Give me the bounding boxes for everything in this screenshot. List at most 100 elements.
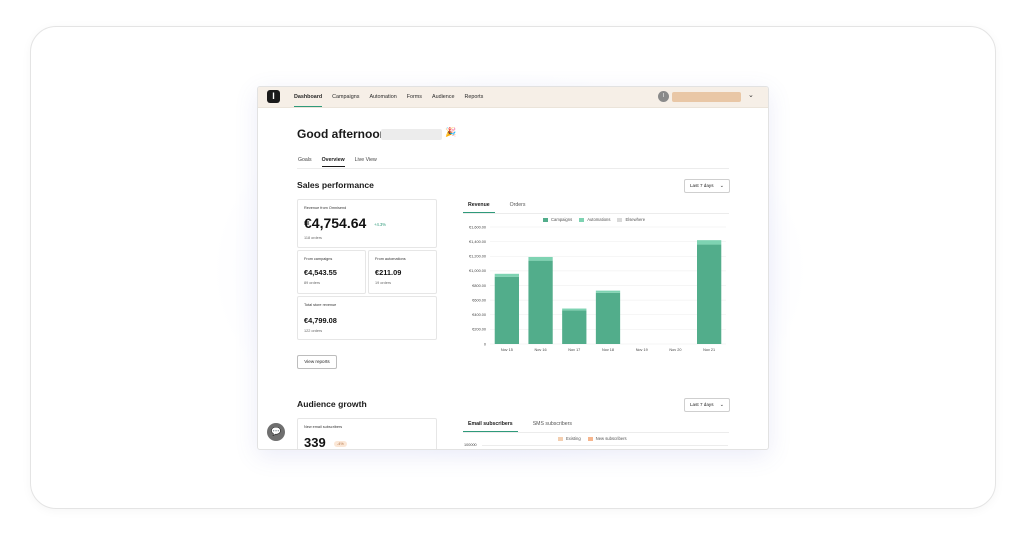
- legend-label: Campaigns: [551, 217, 573, 222]
- new-subscribers-value: 339: [304, 435, 326, 450]
- nav-item-campaigns[interactable]: Campaigns: [332, 87, 359, 107]
- total-card-orders: 122 orders: [304, 329, 323, 333]
- tab-goals[interactable]: Goals: [298, 157, 312, 167]
- tab-email-subscribers[interactable]: Email subscribers: [463, 421, 518, 432]
- bar-campaigns-nov-21: [697, 244, 722, 344]
- sales-performance-title: Sales performance: [297, 180, 374, 190]
- legend-swatch: [617, 217, 623, 222]
- revenue-card-label: Revenue from Omnisend: [304, 206, 347, 210]
- audience-tabs-divider: [463, 432, 729, 433]
- main-nav: Dashboard Campaigns Automation Forms Aud…: [294, 87, 493, 107]
- bar-automations-nov-16: [528, 256, 553, 261]
- party-popper-icon: 🎉: [445, 127, 457, 137]
- sales-chart-tabs: Revenue Orders: [463, 202, 540, 213]
- y-tick-label: €400.00: [472, 313, 486, 317]
- bar-automations-nov-21: [697, 240, 722, 245]
- chevron-down-icon: ⌄: [719, 183, 724, 189]
- x-tick-label: Nov 15: [501, 348, 513, 352]
- y-tick-label: €1,200.00: [469, 255, 486, 259]
- x-tick-label: Nov 21: [703, 348, 715, 352]
- audience-chart-legend: Existing New subscribers: [558, 436, 634, 441]
- audience-range-select[interactable]: Last 7 days ⌄: [684, 398, 730, 412]
- campaigns-card-orders: 89 orders: [304, 281, 321, 285]
- legend-item-elsewhere[interactable]: Elsewhere: [617, 217, 645, 222]
- legend-item-new-subscribers[interactable]: New subscribers: [587, 436, 627, 441]
- tab-sms-subscribers[interactable]: SMS subscribers: [528, 421, 577, 432]
- new-subscribers-label: New email subscribers: [304, 425, 343, 429]
- view-reports-button[interactable]: View reports: [297, 355, 337, 369]
- audience-gridline: [482, 445, 728, 446]
- bar-campaigns-nov-16: [528, 260, 553, 344]
- automations-card: From automations €211.09 19 orders: [368, 250, 437, 294]
- bar-automations-nov-15: [494, 273, 519, 277]
- new-subscribers-delta-badge: -4%: [334, 441, 347, 447]
- tab-revenue[interactable]: Revenue: [463, 202, 495, 213]
- audience-chart-tabs: Email subscribers SMS subscribers: [463, 421, 587, 432]
- y-tick-label: 0: [484, 342, 486, 346]
- app-window: I Dashboard Campaigns Automation Forms A…: [257, 86, 769, 450]
- revenue-delta-badge: +4.3%: [374, 222, 386, 227]
- brand-logo-icon[interactable]: I: [267, 90, 280, 103]
- legend-label: Existing: [566, 436, 581, 441]
- legend-item-campaigns[interactable]: Campaigns: [543, 217, 572, 222]
- x-tick-label: Nov 18: [602, 348, 614, 352]
- top-navigation-bar: I Dashboard Campaigns Automation Forms A…: [258, 87, 768, 108]
- automations-card-value: €211.09: [375, 268, 402, 277]
- greeting-heading: Good afternoon,: [297, 127, 391, 141]
- bar-campaigns-nov-17: [562, 310, 587, 344]
- x-tick-label: Nov 16: [535, 348, 547, 352]
- nav-item-dashboard[interactable]: Dashboard: [294, 87, 323, 107]
- legend-item-automations[interactable]: Automations: [579, 217, 610, 222]
- audience-range-value: Last 7 days: [690, 402, 714, 407]
- y-tick-label: €800.00: [472, 284, 486, 288]
- y-tick-label: €1,000.00: [469, 269, 486, 273]
- bar-campaigns-nov-15: [494, 276, 519, 344]
- user-name-redacted: [381, 129, 442, 140]
- automations-card-orders: 19 orders: [375, 281, 392, 285]
- bar-automations-nov-17: [562, 308, 587, 311]
- new-subscribers-card: New email subscribers 339 -4%: [297, 418, 437, 450]
- revenue-bar-chart: 0 €200.00 €400.00 €600.00 €800.00 €1,000.00 €1…: [469, 225, 726, 352]
- chevron-down-icon: ⌄: [719, 402, 724, 408]
- y-tick-label: €1,600.00: [469, 225, 486, 229]
- x-tick-label: Nov 17: [568, 348, 580, 352]
- audience-y-tick-top: 100000: [464, 443, 477, 447]
- campaigns-card-label: From campaigns: [304, 257, 333, 261]
- account-avatar[interactable]: I: [658, 91, 669, 102]
- total-card-label: Total store revenue: [304, 303, 337, 307]
- legend-label: Elsewhere: [625, 217, 646, 222]
- tab-orders[interactable]: Orders: [505, 202, 531, 213]
- y-tick-label: €1,400.00: [469, 240, 486, 244]
- automations-card-label: From automations: [375, 257, 406, 261]
- legend-swatch: [558, 436, 563, 441]
- legend-swatch: [587, 436, 593, 441]
- revenue-card-value: €4,754.64: [304, 215, 367, 231]
- legend-label: New subscribers: [595, 436, 627, 441]
- x-tick-label: Nov 20: [669, 348, 681, 352]
- chat-icon[interactable]: 💬: [267, 423, 285, 441]
- sales-range-value: Last 7 days: [690, 183, 714, 188]
- revenue-card-orders: 118 orders: [304, 236, 322, 240]
- tabs-divider: [297, 168, 729, 169]
- tab-live-view[interactable]: Live View: [355, 157, 377, 167]
- account-name-redacted[interactable]: [672, 92, 741, 102]
- bar-campaigns-nov-18: [595, 292, 621, 344]
- sales-chart-legend: Campaigns Automations Elsewhere: [543, 217, 652, 222]
- total-card-value: €4,799.08: [304, 316, 337, 325]
- nav-item-reports[interactable]: Reports: [464, 87, 483, 107]
- revenue-card: Revenue from Omnisend €4,754.64 +4.3% 11…: [297, 199, 437, 248]
- y-tick-label: €600.00: [472, 298, 486, 302]
- campaigns-card: From campaigns €4,543.55 89 orders: [297, 250, 366, 294]
- sales-range-select[interactable]: Last 7 days ⌄: [684, 179, 730, 193]
- nav-item-audience[interactable]: Audience: [432, 87, 454, 107]
- page-tabs: Goals Overview Live View: [298, 157, 387, 167]
- legend-label: Automations: [587, 217, 611, 222]
- nav-item-automation[interactable]: Automation: [369, 87, 396, 107]
- chevron-down-icon[interactable]: ⌄: [748, 91, 754, 99]
- bar-automations-nov-18: [595, 290, 621, 293]
- tab-overview[interactable]: Overview: [321, 157, 345, 167]
- legend-item-existing[interactable]: Existing: [558, 436, 581, 441]
- campaigns-card-value: €4,543.55: [304, 268, 337, 277]
- nav-item-forms[interactable]: Forms: [407, 87, 422, 107]
- legend-swatch: [543, 217, 548, 222]
